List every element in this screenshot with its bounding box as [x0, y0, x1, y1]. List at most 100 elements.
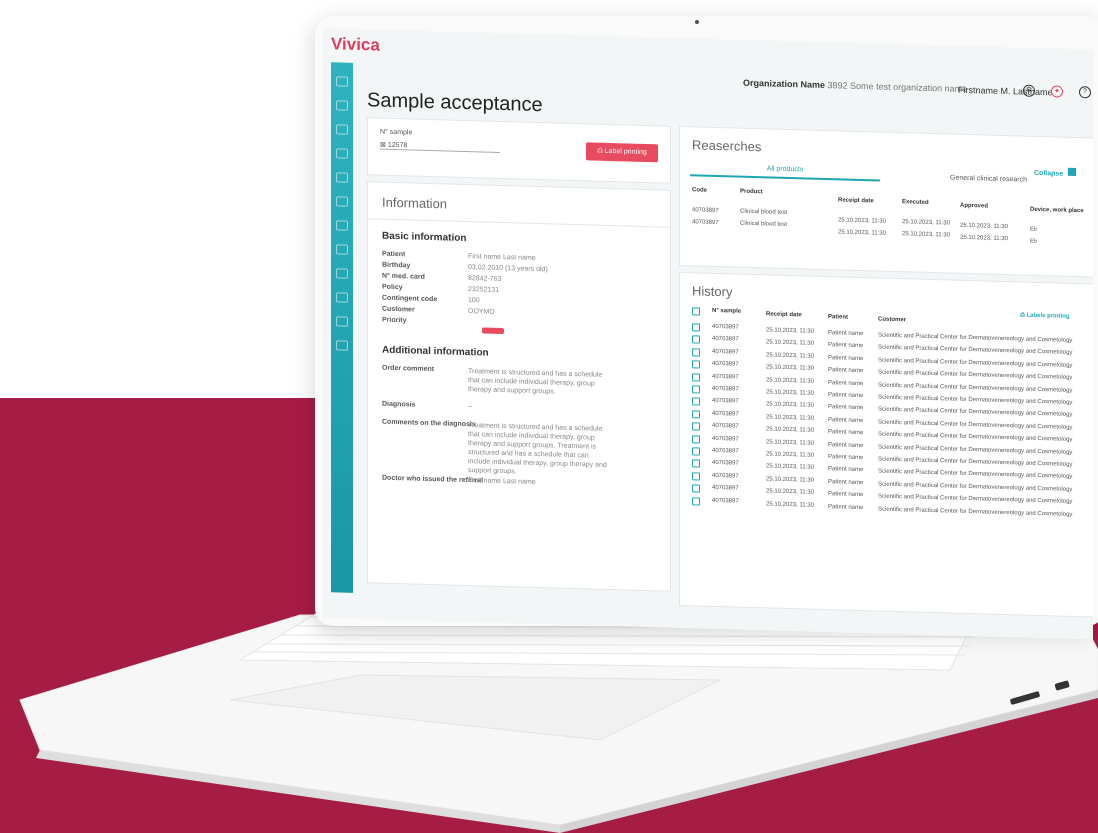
cell: Scientific and Practical Center for Derm… [878, 406, 1073, 419]
cell: 25.10.2023, 11:30 [766, 339, 814, 348]
additional-fields: Order comment Treatment is structured and… [382, 365, 662, 497]
row-checkbox[interactable] [692, 434, 700, 444]
row-checkbox[interactable] [692, 335, 700, 344]
sample-label: N° sample [380, 128, 413, 137]
cell: Patient name [828, 404, 864, 412]
basic-information-title: Basic information [382, 230, 467, 245]
labels-printing-button[interactable]: ⎙ Labels printing [1020, 312, 1070, 320]
cell: Scientific and Practical Center for Derm… [878, 506, 1073, 518]
column-header[interactable]: Receipt date [766, 311, 802, 318]
field-label: Priority [382, 316, 407, 325]
cell: Patient name [828, 454, 864, 462]
notification-icon[interactable]: ● [1051, 85, 1063, 98]
history-title: History [692, 283, 733, 300]
cell: Patient name [828, 478, 864, 486]
cell: 40703897 [712, 385, 739, 393]
field-label: Birthday [382, 261, 411, 270]
row-checkbox[interactable] [692, 385, 700, 394]
row-checkbox[interactable] [692, 447, 700, 456]
collapse-button[interactable]: Collapse [1034, 167, 1077, 178]
nav-icon[interactable] [336, 244, 348, 255]
cell: 40703897 [712, 361, 739, 368]
field-label: Comments on the diagnosis [382, 418, 476, 429]
nav-icon[interactable] [336, 196, 348, 207]
row-checkbox[interactable] [692, 422, 700, 431]
select-all-checkbox[interactable] [692, 307, 700, 316]
nav-icon[interactable] [336, 148, 348, 159]
organization: Organization Name 3892 Some test organiz… [743, 78, 967, 94]
column-header[interactable]: N° sample [712, 308, 741, 315]
app-screen: Vivica Organization Name 3892 Some test … [323, 28, 1093, 640]
row-checkbox[interactable] [692, 459, 700, 468]
field-value: 82842-763 [468, 275, 502, 283]
basic-fields: Patient First name Last name Birthday 03.0… [382, 251, 662, 339]
cell: Scientific and Practical Center for Derm… [878, 481, 1073, 493]
additional-information-title: Additional information [382, 344, 489, 359]
nav-icon[interactable] [336, 340, 348, 351]
cell: Patient name [828, 441, 864, 449]
row-checkbox[interactable] [692, 496, 700, 506]
cell: Clinical blood test [740, 208, 788, 216]
help-icon[interactable]: ? [1079, 86, 1091, 99]
row-checkbox[interactable] [692, 472, 700, 481]
label-printing-label: Label printing [604, 147, 647, 157]
row-checkbox[interactable] [692, 360, 700, 369]
column-header: Executed [902, 199, 929, 206]
gear-icon[interactable]: ⚙ [1023, 84, 1035, 97]
nav-icon[interactable] [336, 268, 348, 279]
column-header[interactable]: Customer [878, 317, 906, 324]
cell: Patient name [828, 466, 864, 474]
cell: Patient name [828, 429, 864, 437]
cell: 25.10.2023, 11:30 [766, 364, 814, 372]
cell: Scientific and Practical Center for Derm… [878, 444, 1073, 456]
cell: 25.10.2023, 11:30 [838, 217, 886, 225]
cell: Patient name [828, 503, 864, 511]
cell: Scientific and Practical Center for Derm… [878, 419, 1073, 431]
cell: 25.10.2023, 11:30 [960, 222, 1008, 231]
field-value: – [468, 403, 472, 411]
cell: Scientific and Practical Center for Derm… [878, 456, 1073, 468]
cell: 40703897 [712, 348, 739, 356]
nav-icon[interactable] [336, 124, 348, 135]
labels-printing-label: Labels printing [1026, 312, 1070, 320]
nav-icon[interactable] [336, 100, 348, 111]
nav-icon[interactable] [336, 316, 348, 327]
tab-general-clinical-research[interactable]: General clinical research [950, 175, 1027, 184]
row-checkbox[interactable] [692, 484, 700, 493]
cell: 40703897 [712, 472, 739, 480]
user-name[interactable]: Firstname M. Lastname [958, 85, 1053, 98]
column-header: Device, work place [1030, 206, 1084, 215]
cell: 40703897 [712, 398, 739, 406]
nav-icon[interactable] [336, 76, 348, 87]
cell: 25.10.2023, 11:30 [902, 231, 950, 239]
sidebar [331, 62, 353, 593]
cell: 25.10.2023, 11:30 [766, 426, 814, 434]
tab-all-products[interactable]: All products [690, 163, 880, 182]
sample-card: N° sample ⊠ 12578 ⎙ Label printing [367, 117, 671, 184]
sample-value: 12578 [387, 141, 408, 150]
nav-icon[interactable] [336, 292, 348, 303]
row-checkbox[interactable] [692, 372, 700, 382]
field-value: OOYMO [468, 308, 495, 316]
cell: 25.10.2023, 11:30 [766, 327, 814, 335]
field-label: Contingent code [382, 294, 438, 304]
row-checkbox[interactable] [692, 397, 700, 406]
column-header[interactable]: Patient [828, 314, 848, 321]
field-label: Diagnosis [382, 400, 416, 409]
row-checkbox[interactable] [692, 323, 700, 332]
table-row[interactable]: 40703897 25.10.2023, 11:30 Patient name Sci… [692, 323, 1093, 344]
cell: Patient name [828, 367, 864, 375]
sample-input[interactable]: ⊠ 12578 [380, 140, 500, 153]
cell: Scientific and Practical Center for Derm… [878, 431, 1073, 444]
row-checkbox[interactable] [692, 348, 700, 357]
field-value: 23252131 [468, 286, 500, 294]
row-checkbox[interactable] [692, 410, 700, 419]
label-printing-button[interactable]: ⎙ Label printing [586, 142, 658, 163]
field-label: Customer [382, 305, 415, 314]
cell: Scientific and Practical Center for Derm… [878, 344, 1073, 357]
nav-icon[interactable] [336, 172, 348, 183]
collapse-label: Collapse [1034, 169, 1064, 178]
cell: 25.10.2023, 11:30 [902, 219, 950, 227]
nav-icon[interactable] [336, 220, 348, 231]
laptop-screen: Vivica Organization Name 3892 Some test … [315, 16, 1098, 640]
